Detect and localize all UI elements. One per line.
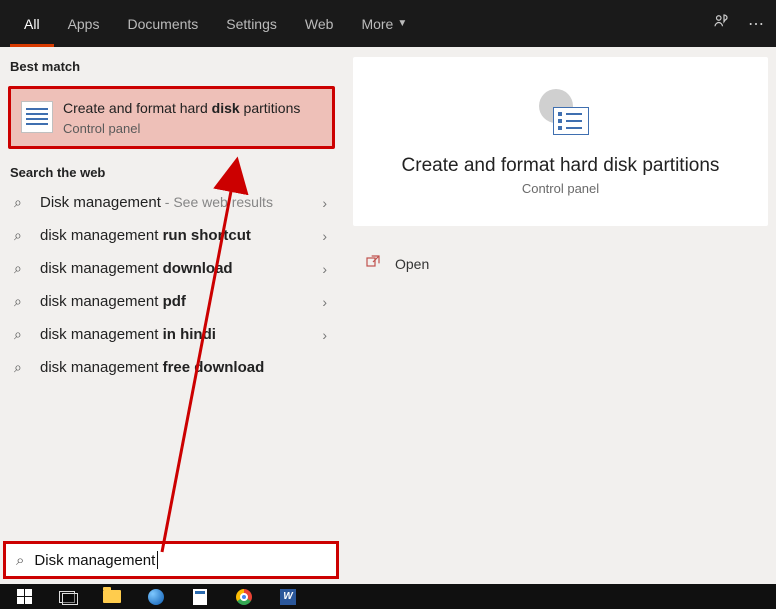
results-column: Best match Create and format hard disk p… xyxy=(0,47,343,541)
action-open[interactable]: Open xyxy=(353,244,768,283)
tab-web[interactable]: Web xyxy=(291,0,348,47)
action-label: Open xyxy=(395,256,429,272)
search-input[interactable]: ⌕ Disk management xyxy=(3,541,339,579)
search-icon: ⌕ xyxy=(14,359,28,376)
ellipsis-icon[interactable]: ⋯ xyxy=(748,14,764,34)
search-icon: ⌕ xyxy=(14,227,28,244)
tab-label: Web xyxy=(305,16,334,32)
taskbar-browser[interactable] xyxy=(134,584,178,609)
web-result-text: disk management download xyxy=(40,260,233,277)
taskbar-calculator[interactable] xyxy=(178,584,222,609)
scope-tab-bar: All Apps Documents Settings Web More ▼ ⋯ xyxy=(0,0,776,47)
preview-card: Create and format hard disk partitions C… xyxy=(353,57,768,226)
tab-label: Settings xyxy=(226,16,277,32)
preview-subtitle: Control panel xyxy=(373,181,748,196)
search-icon: ⌕ xyxy=(14,293,28,310)
chevron-right-icon: › xyxy=(322,228,327,244)
search-icon: ⌕ xyxy=(14,260,28,277)
preview-app-icon xyxy=(533,85,589,141)
search-icon: ⌕ xyxy=(16,552,24,569)
web-result-3[interactable]: ⌕ disk management pdf › xyxy=(0,285,343,318)
web-result-text: disk management pdf xyxy=(40,293,186,310)
task-view-button[interactable] xyxy=(46,584,90,609)
main-split: Best match Create and format hard disk p… xyxy=(0,47,776,541)
taskbar-word[interactable]: W xyxy=(266,584,310,609)
tab-documents[interactable]: Documents xyxy=(113,0,212,47)
taskbar-file-explorer[interactable] xyxy=(90,584,134,609)
tab-label: All xyxy=(24,16,40,32)
web-result-1[interactable]: ⌕ disk management run shortcut › xyxy=(0,219,343,252)
web-result-5[interactable]: ⌕ disk management free download xyxy=(0,351,343,384)
chevron-right-icon: › xyxy=(322,327,327,343)
tab-label: Documents xyxy=(127,16,198,32)
section-header-web: Search the web xyxy=(0,153,343,186)
preview-title: Create and format hard disk partitions xyxy=(373,155,748,177)
preview-column: Create and format hard disk partitions C… xyxy=(343,47,776,541)
chevron-right-icon: › xyxy=(322,261,327,277)
text-cursor xyxy=(157,551,158,569)
tab-more[interactable]: More ▼ xyxy=(347,0,421,47)
web-result-4[interactable]: ⌕ disk management in hindi › xyxy=(0,318,343,351)
best-match-item[interactable]: Create and format hard disk partitions C… xyxy=(8,86,335,149)
taskbar-chrome[interactable] xyxy=(222,584,266,609)
web-result-2[interactable]: ⌕ disk management download › xyxy=(0,252,343,285)
feedback-icon[interactable] xyxy=(712,12,730,35)
start-button[interactable] xyxy=(2,584,46,609)
best-match-title: Create and format hard disk partitions xyxy=(63,99,300,117)
web-result-text: Disk management - See web results xyxy=(40,194,273,211)
web-result-text: disk management in hindi xyxy=(40,326,216,343)
web-result-text: disk management free download xyxy=(40,359,264,376)
tab-settings[interactable]: Settings xyxy=(212,0,291,47)
preview-actions: Open xyxy=(353,244,768,283)
tab-label: More xyxy=(361,16,393,32)
web-result-0[interactable]: ⌕ Disk management - See web results › xyxy=(0,186,343,219)
chevron-right-icon: › xyxy=(322,195,327,211)
taskbar: W xyxy=(0,584,776,609)
tab-label: Apps xyxy=(68,16,100,32)
search-icon: ⌕ xyxy=(14,326,28,343)
search-value: Disk management xyxy=(34,552,155,569)
chevron-right-icon: › xyxy=(322,294,327,310)
open-icon xyxy=(365,254,383,273)
tab-all[interactable]: All xyxy=(10,0,54,47)
control-panel-icon xyxy=(21,101,53,133)
search-bar-area: ⌕ Disk management xyxy=(0,541,776,584)
tab-apps[interactable]: Apps xyxy=(54,0,114,47)
best-match-subtitle: Control panel xyxy=(63,121,300,136)
section-header-best: Best match xyxy=(0,47,343,80)
search-icon: ⌕ xyxy=(14,194,28,211)
chevron-down-icon: ▼ xyxy=(397,18,407,29)
web-result-text: disk management run shortcut xyxy=(40,227,251,244)
